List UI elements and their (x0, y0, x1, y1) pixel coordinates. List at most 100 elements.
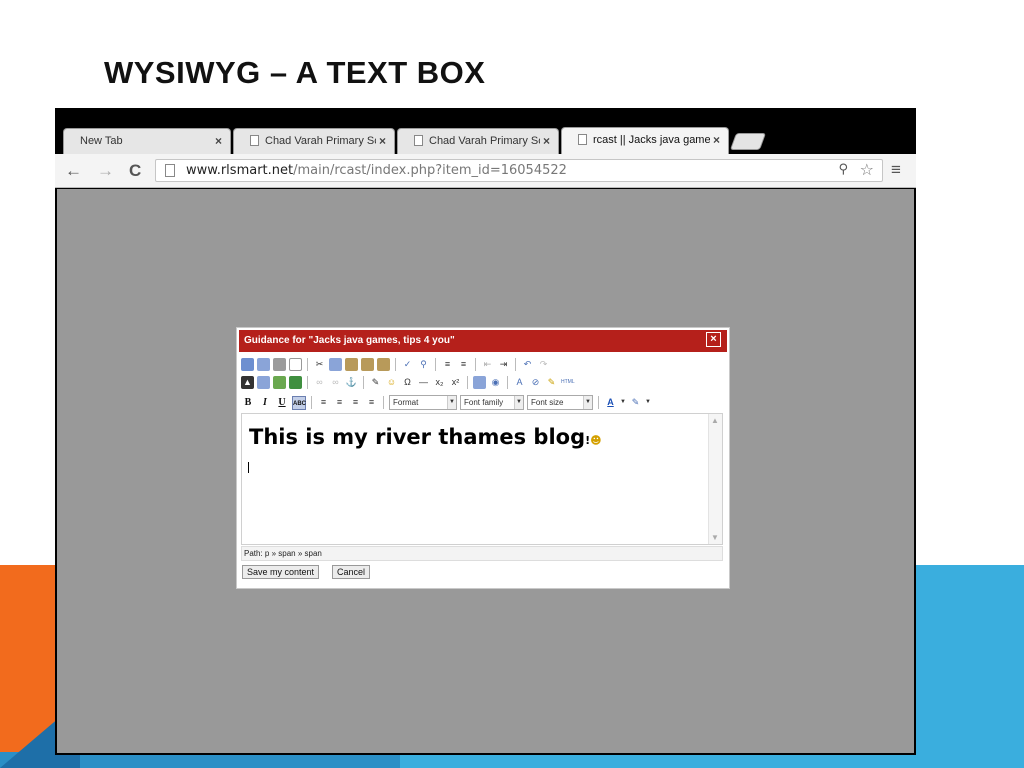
editor-dialog: Guidance for "Jacks java games, tips 4 y… (236, 327, 730, 589)
underline-button[interactable]: U (275, 396, 289, 410)
toolbar-separator (307, 358, 308, 371)
numbered-list-icon[interactable]: ≡ (441, 358, 454, 371)
element-path-bar: Path: p » span » span (241, 546, 723, 561)
special-char-icon[interactable]: Ω (401, 376, 414, 389)
toolbar-separator (435, 358, 436, 371)
font-size-select[interactable]: Font size ▼ (527, 395, 593, 410)
tab-label: rcast || Jacks java games (593, 134, 717, 146)
image-icon[interactable] (257, 376, 270, 389)
anchor-icon[interactable]: ⚓ (345, 376, 358, 389)
editor-content-heading: This is my river thames blog (249, 425, 586, 449)
bullet-list-icon[interactable]: ≡ (457, 358, 470, 371)
new-page-icon[interactable] (289, 358, 302, 371)
spellcheck-icon[interactable]: ✓ (401, 358, 414, 371)
address-bar[interactable]: www.rlsmart.net/main/rcast/index.php?ite… (155, 159, 883, 182)
paste-icon[interactable] (345, 358, 358, 371)
redo-icon[interactable]: ↷ (537, 358, 550, 371)
tab-chad-varah-2[interactable]: Chad Varah Primary Sch × (397, 128, 559, 154)
toolbar-separator (598, 396, 599, 409)
page-icon (578, 134, 587, 145)
tab-label: Chad Varah Primary Sch (429, 135, 550, 147)
outdent-icon[interactable]: ⇤ (481, 358, 494, 371)
close-icon[interactable]: × (375, 134, 386, 148)
chevron-down-icon[interactable]: ▼ (711, 533, 719, 542)
italic-button[interactable]: I (258, 396, 272, 410)
chevron-down-icon[interactable]: ▼ (620, 396, 626, 409)
tab-label: New Tab (80, 135, 123, 147)
clean-icon[interactable]: ✎ (545, 376, 558, 389)
align-center-icon[interactable]: ≡ (333, 396, 346, 409)
table-icon[interactable] (289, 376, 302, 389)
tab-new-tab[interactable]: New Tab × (63, 128, 231, 154)
editor-content-text: This is my river thames blog!☻ (249, 425, 602, 449)
cut-icon[interactable]: ✂ (313, 358, 326, 371)
font-family-select[interactable]: Font family ▼ (460, 395, 524, 410)
zoom-icon[interactable]: ⚲ (838, 162, 848, 177)
superscript-icon[interactable]: x² (449, 376, 462, 389)
text-color-icon[interactable]: A (604, 396, 617, 409)
print-icon[interactable] (273, 358, 286, 371)
url-host: www.rlsmart.net (186, 163, 294, 178)
template-icon[interactable] (473, 376, 486, 389)
toolbar-row-1: ✂ ✓ ⚲ ≡ ≡ ⇤ ⇥ ↶ ↷ (241, 356, 550, 373)
toolbar-row-2: ▲ ∞ ∞ ⚓ ✎ ☺ Ω — x₂ x² ◉ A ⊘ ✎ HTML (241, 374, 575, 391)
page-icon (414, 135, 423, 146)
close-icon[interactable]: × (539, 134, 550, 148)
flash-icon[interactable] (273, 376, 286, 389)
menu-icon[interactable]: ≡ (891, 160, 901, 180)
bold-button[interactable]: B (241, 396, 255, 410)
blue-decoration (905, 565, 1024, 768)
paste-text-icon[interactable] (361, 358, 374, 371)
chevron-up-icon[interactable]: ▲ (711, 416, 719, 425)
close-icon[interactable]: × (215, 134, 222, 148)
link-icon[interactable]: ∞ (313, 376, 326, 389)
unlink-icon[interactable]: ∞ (329, 376, 342, 389)
undo-icon[interactable]: ↶ (521, 358, 534, 371)
font-style-icon[interactable]: A (513, 376, 526, 389)
remove-format-icon[interactable]: ⊘ (529, 376, 542, 389)
save-content-button[interactable]: Save my content (242, 565, 320, 579)
toolbar-separator (395, 358, 396, 371)
font-size-select-value: Font size (531, 398, 564, 407)
smiley-icon[interactable]: ☺ (385, 376, 398, 389)
close-icon[interactable]: × (709, 133, 720, 147)
editor-content-area[interactable]: This is my river thames blog!☻ ▲ ▼ (241, 413, 723, 545)
upload-icon[interactable]: ▲ (241, 376, 254, 389)
bookmark-star-icon[interactable]: ☆ (860, 160, 874, 179)
media-icon[interactable]: ◉ (489, 376, 502, 389)
cancel-button[interactable]: Cancel (332, 565, 371, 579)
preview-icon[interactable] (257, 358, 270, 371)
format-select[interactable]: Format ▼ (389, 395, 457, 410)
edit-icon[interactable]: ✎ (369, 376, 382, 389)
indent-icon[interactable]: ⇥ (497, 358, 510, 371)
reload-icon[interactable]: C (129, 161, 141, 181)
tab-rcast-active[interactable]: rcast || Jacks java games × (561, 127, 729, 155)
align-left-icon[interactable]: ≡ (317, 396, 330, 409)
horizontal-rule-icon[interactable]: — (417, 376, 430, 389)
toolbar-separator (467, 376, 468, 389)
forward-arrow-icon[interactable]: → (97, 161, 114, 181)
copy-icon[interactable] (329, 358, 342, 371)
tab-strip: New Tab × Chad Varah Primary Sch × Chad … (55, 108, 916, 158)
highlight-color-icon[interactable]: ✎ (629, 396, 642, 409)
source-icon[interactable] (241, 358, 254, 371)
close-icon[interactable]: × (706, 332, 721, 347)
dialog-title: Guidance for "Jacks java games, tips 4 y… (244, 335, 455, 346)
back-arrow-icon[interactable]: ← (65, 161, 82, 181)
toolbar-separator (515, 358, 516, 371)
subscript-icon[interactable]: x₂ (433, 376, 446, 389)
toolbar-separator (363, 376, 364, 389)
align-right-icon[interactable]: ≡ (349, 396, 362, 409)
tab-chad-varah-1[interactable]: Chad Varah Primary Sch × (233, 128, 395, 154)
text-cursor (248, 462, 249, 473)
page-icon (250, 135, 259, 146)
chevron-down-icon[interactable]: ▼ (645, 396, 651, 409)
paste-word-icon[interactable] (377, 358, 390, 371)
strikethrough-button[interactable]: ABC (292, 395, 306, 410)
browser-window: New Tab × Chad Varah Primary Sch × Chad … (55, 108, 916, 755)
find-icon[interactable]: ⚲ (417, 358, 430, 371)
html-icon[interactable]: HTML (561, 376, 575, 389)
editor-scrollbar[interactable]: ▲ ▼ (708, 414, 722, 544)
align-justify-icon[interactable]: ≡ (365, 396, 378, 409)
new-tab-button[interactable] (729, 133, 767, 150)
